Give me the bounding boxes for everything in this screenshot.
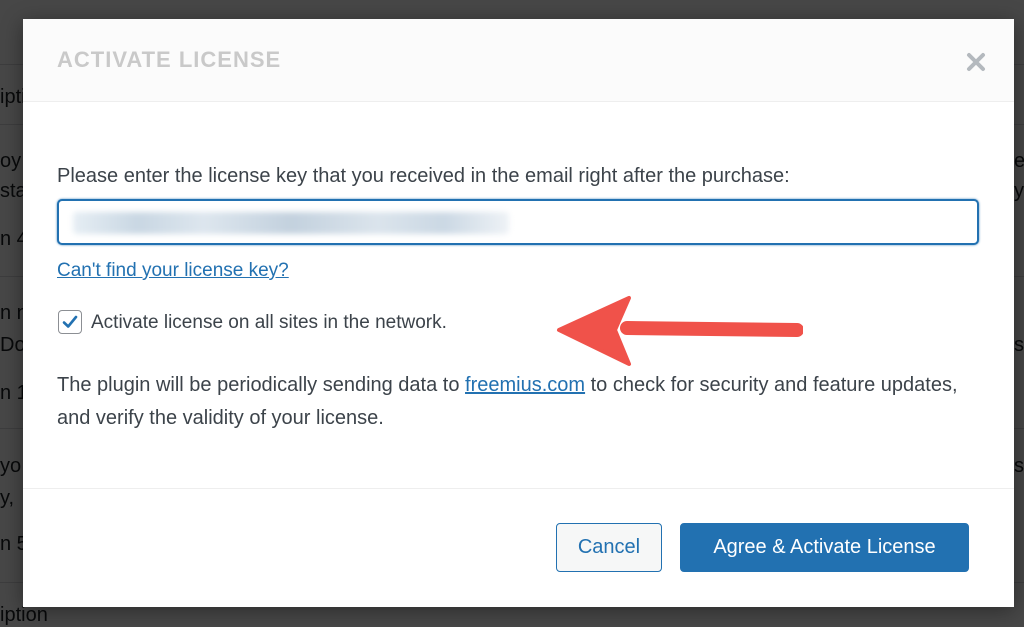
dialog-header: ACTIVATE LICENSE — [23, 19, 1014, 102]
license-key-value-redacted — [73, 212, 509, 234]
freemius-link[interactable]: freemius.com — [465, 374, 585, 396]
license-key-input[interactable] — [57, 199, 979, 245]
disclosure-text-start: The plugin will be periodically sending … — [57, 374, 466, 396]
data-disclosure-text: The plugin will be periodically sending … — [57, 369, 987, 435]
cant-find-license-key-link[interactable]: Can't find your license key? — [57, 260, 289, 282]
dialog-title: ACTIVATE LICENSE — [57, 47, 282, 72]
activate-network-checkbox[interactable] — [58, 310, 82, 334]
activate-license-dialog: ACTIVATE LICENSE Please enter the licens… — [23, 19, 1014, 607]
agree-activate-license-button[interactable]: Agree & Activate License — [680, 523, 969, 572]
dialog-footer: Cancel Agree & Activate License — [23, 488, 1014, 607]
instruction-text: Please enter the license key that you re… — [57, 165, 790, 187]
activate-network-label[interactable]: Activate license on all sites in the net… — [91, 312, 447, 334]
red-arrow-annotation — [557, 296, 803, 366]
dialog-body: Please enter the license key that you re… — [23, 102, 1014, 488]
cancel-button[interactable]: Cancel — [556, 523, 662, 572]
close-icon — [967, 53, 985, 71]
close-button[interactable] — [961, 47, 991, 77]
checkmark-icon — [62, 315, 78, 328]
